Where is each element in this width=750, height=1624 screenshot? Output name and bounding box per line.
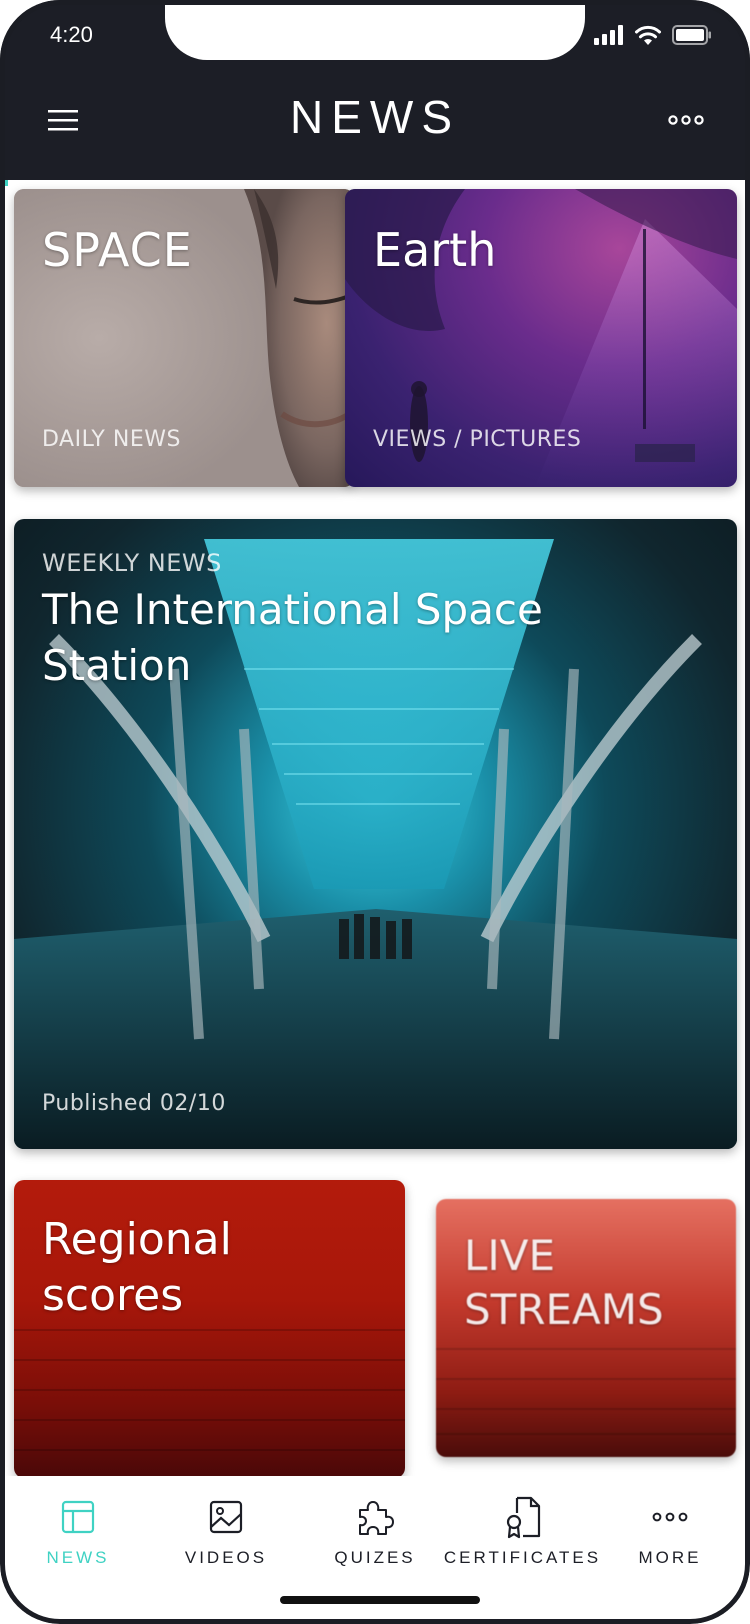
tab-quizes[interactable]: QUIZES: [315, 1476, 435, 1586]
phone-screen: 4:20 NEWS SPACE DAILY NEWS Earth VIEWS /…: [0, 0, 750, 1624]
tab-videos[interactable]: VIDEOS: [166, 1476, 286, 1586]
regional-card-title-line1: Regional: [42, 1214, 232, 1265]
cellular-signal-icon: [594, 24, 623, 45]
device-notch: [165, 0, 585, 60]
live-card-title-line1: LIVE: [464, 1231, 556, 1280]
tab-more-label: MORE: [638, 1548, 702, 1567]
app-header: 4:20 NEWS: [0, 0, 750, 180]
status-bar: 4:20: [0, 0, 750, 60]
header-more-button[interactable]: [666, 106, 706, 134]
iss-card-title-line2: Station: [42, 641, 192, 690]
card-regional-scores[interactable]: Regional scores: [14, 1180, 405, 1478]
tab-more[interactable]: MORE: [610, 1476, 730, 1586]
wifi-icon: [635, 25, 661, 45]
iss-card-published: Published 02/10: [42, 1091, 226, 1116]
space-card-subtitle: DAILY NEWS: [42, 427, 181, 452]
page-title: NEWS: [290, 91, 460, 143]
more-dots-icon: [668, 115, 704, 125]
space-card-title: SPACE: [42, 223, 193, 277]
live-card-title-line2: STREAMS: [464, 1285, 664, 1334]
card-space[interactable]: SPACE DAILY NEWS: [14, 189, 354, 487]
more-dots-icon: [652, 1512, 688, 1522]
tab-videos-label: VIDEOS: [184, 1548, 268, 1567]
regional-card-title-line2: scores: [42, 1270, 184, 1321]
tab-news[interactable]: NEWS: [18, 1476, 138, 1586]
earth-card-subtitle: VIEWS / PICTURES: [373, 427, 582, 452]
tab-certificates[interactable]: CERTIFICATES: [443, 1476, 602, 1586]
home-indicator[interactable]: [280, 1596, 480, 1604]
status-icons: [594, 24, 712, 45]
card-iss-feature[interactable]: WEEKLY NEWS The International Space Stat…: [14, 519, 737, 1149]
earth-card-title: Earth: [373, 223, 497, 277]
status-time: 4:20: [50, 22, 93, 47]
certificate-icon: [506, 1496, 540, 1539]
puzzle-icon: [359, 1501, 394, 1535]
active-accent-marker: [0, 180, 8, 186]
card-live-streams[interactable]: LIVE STREAMS: [436, 1199, 736, 1457]
layout-icon: [61, 1500, 95, 1534]
iss-card-title-line1: The International Space: [42, 585, 543, 634]
tab-quizes-label: QUIZES: [334, 1548, 416, 1567]
iss-card-kicker: WEEKLY NEWS: [42, 549, 222, 577]
card-earth[interactable]: Earth VIEWS / PICTURES: [345, 189, 737, 487]
battery-icon: [672, 24, 711, 45]
image-icon: [209, 1500, 243, 1534]
tab-news-label: NEWS: [46, 1548, 110, 1567]
tab-certificates-label: CERTIFICATES: [443, 1548, 602, 1567]
nav-bar: NEWS: [0, 60, 750, 180]
